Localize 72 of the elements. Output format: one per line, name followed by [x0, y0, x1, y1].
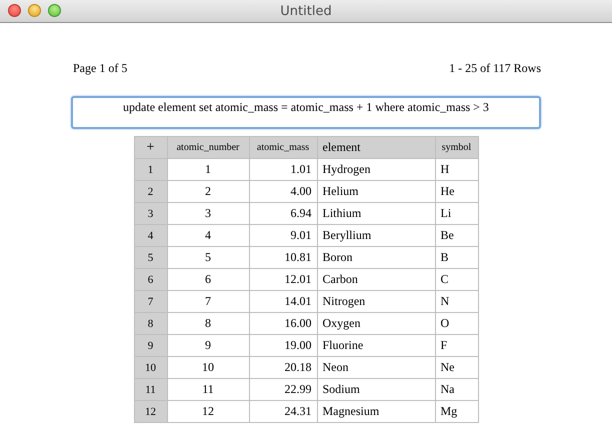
table-cell: 9 [167, 334, 249, 356]
row-number: 10 [134, 356, 167, 378]
table-cell: 12 [167, 400, 249, 422]
table-cell: 9.01 [249, 224, 317, 246]
table-cell: 7 [167, 290, 249, 312]
row-number: 1 [134, 158, 167, 180]
table-cell: Carbon [317, 268, 435, 290]
column-header[interactable]: element [317, 136, 435, 158]
minimize-icon[interactable] [28, 4, 41, 17]
table-cell: Ne [435, 356, 478, 378]
table-cell: Sodium [317, 378, 435, 400]
table-cell: 2 [167, 180, 249, 202]
window-title: Untitled [280, 4, 332, 18]
table-cell: He [435, 180, 478, 202]
column-header[interactable]: atomic_number [167, 136, 249, 158]
table-cell: 10.81 [249, 246, 317, 268]
table-cell: Neon [317, 356, 435, 378]
table-cell: 1 [167, 158, 249, 180]
table-cell: Nitrogen [317, 290, 435, 312]
table-cell: Magnesium [317, 400, 435, 422]
table-cell: 1.01 [249, 158, 317, 180]
table-cell: Li [435, 202, 478, 224]
row-number: 12 [134, 400, 167, 422]
row-count: 1 - 25 of 117 Rows [449, 61, 541, 76]
table-cell: Hydrogen [317, 158, 435, 180]
row-number: 3 [134, 202, 167, 224]
table-cell: Boron [317, 246, 435, 268]
table-cell: Be [435, 224, 478, 246]
query-field[interactable]: update element set atomic_mass = atomic_mass + 1 where atomic_mass > 3 [71, 96, 541, 129]
table-cell: 19.00 [249, 334, 317, 356]
table-cell: Lithium [317, 202, 435, 224]
table-cell: Na [435, 378, 478, 400]
zoom-icon[interactable] [48, 4, 61, 17]
table-cell: 10 [167, 356, 249, 378]
add-row-button[interactable]: + [134, 136, 167, 158]
table-cell: 20.18 [249, 356, 317, 378]
row-number: 8 [134, 312, 167, 334]
table-cell: 22.99 [249, 378, 317, 400]
table-cell: Helium [317, 180, 435, 202]
table-cell: C [435, 268, 478, 290]
row-number: 2 [134, 180, 167, 202]
table-cell: Beryllium [317, 224, 435, 246]
table-cell: 11 [167, 378, 249, 400]
table-cell: 3 [167, 202, 249, 224]
table-cell: 12.01 [249, 268, 317, 290]
column-header[interactable]: atomic_mass [249, 136, 317, 158]
table-cell: 14.01 [249, 290, 317, 312]
table-cell: Mg [435, 400, 478, 422]
row-number: 6 [134, 268, 167, 290]
table-cell: 5 [167, 246, 249, 268]
column-header[interactable]: symbol [435, 136, 478, 158]
row-number: 4 [134, 224, 167, 246]
table-cell: 8 [167, 312, 249, 334]
close-icon[interactable] [8, 4, 21, 17]
row-number: 7 [134, 290, 167, 312]
table-cell: O [435, 312, 478, 334]
table-cell: 4.00 [249, 180, 317, 202]
row-number: 9 [134, 334, 167, 356]
page-indicator: Page 1 of 5 [73, 61, 128, 76]
table-cell: 6.94 [249, 202, 317, 224]
table-cell: Oxygen [317, 312, 435, 334]
table-cell: 24.31 [249, 400, 317, 422]
row-number: 5 [134, 246, 167, 268]
table-cell: B [435, 246, 478, 268]
row-number: 11 [134, 378, 167, 400]
table-cell: H [435, 158, 478, 180]
table-cell: Fluorine [317, 334, 435, 356]
table-cell: F [435, 334, 478, 356]
table-cell: 16.00 [249, 312, 317, 334]
table-cell: 6 [167, 268, 249, 290]
table-cell: N [435, 290, 478, 312]
table-cell: 4 [167, 224, 249, 246]
